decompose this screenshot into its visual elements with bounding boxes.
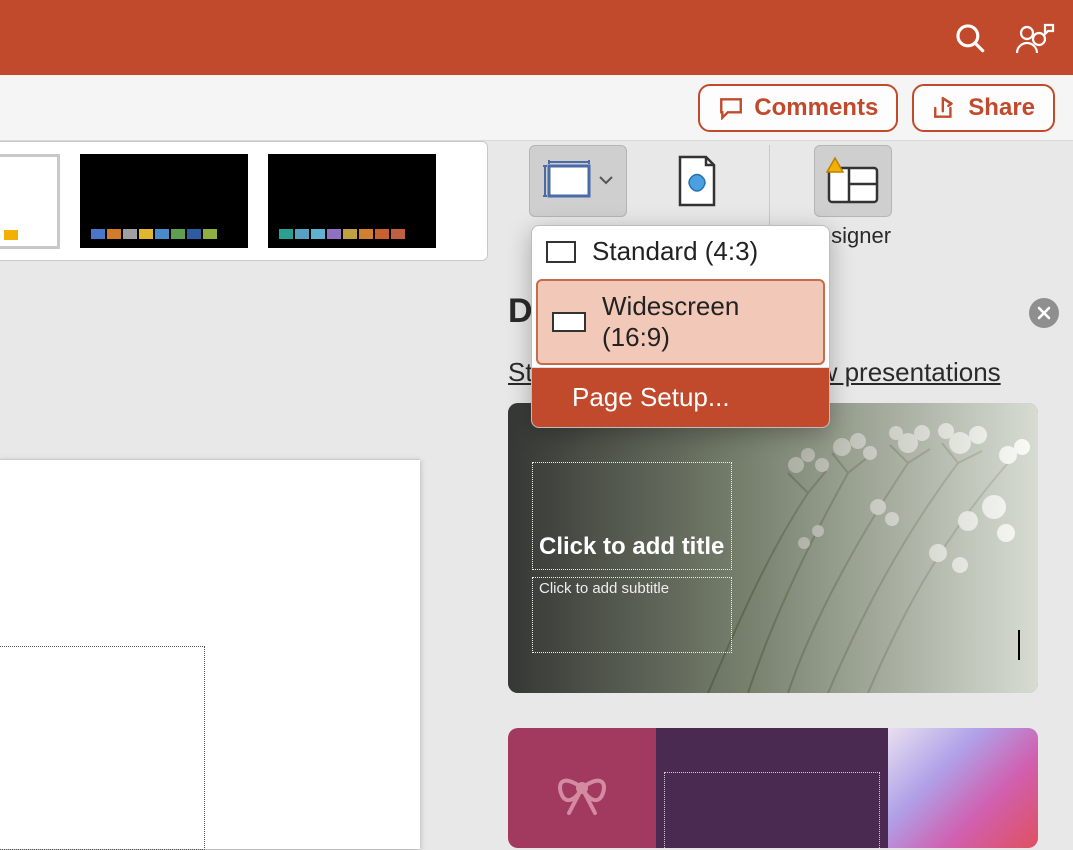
titlebar [0, 0, 1073, 75]
title-placeholder: Click to add title [532, 462, 732, 570]
aspect-4-3-icon [546, 241, 576, 263]
theme-thumb[interactable] [80, 154, 248, 248]
search-icon[interactable] [953, 21, 987, 55]
bow-icon [547, 753, 617, 823]
close-button[interactable] [1029, 298, 1059, 328]
chevron-down-icon [599, 172, 613, 190]
menu-item-label: Page Setup... [572, 382, 730, 412]
theme-thumb[interactable] [0, 154, 60, 249]
share-button[interactable]: Share [912, 84, 1055, 132]
theme-gallery[interactable] [0, 141, 488, 261]
collab-icon[interactable] [1015, 19, 1055, 57]
comments-label: Comments [754, 94, 878, 122]
title-text: Click to add title [539, 533, 724, 561]
text-cursor [1018, 630, 1020, 660]
menu-item-label: Widescreen (16:9) [602, 291, 809, 353]
title-placeholder [664, 772, 880, 848]
comments-button[interactable]: Comments [698, 84, 898, 132]
slide-size-menu: Standard (4:3) Widescreen (16:9) Page Se… [531, 225, 830, 428]
format-background-button[interactable] [665, 145, 725, 217]
panel-segment [656, 728, 888, 848]
theme-thumb[interactable] [268, 154, 436, 248]
aspect-16-9-icon [552, 312, 586, 332]
toolbar: Comments Share [0, 75, 1073, 141]
slide-canvas[interactable] [0, 459, 420, 849]
share-label: Share [968, 94, 1035, 122]
subtitle-text: Click to add subtitle [539, 580, 669, 597]
slide-size-button[interactable] [529, 145, 627, 217]
design-suggestion[interactable] [508, 728, 1038, 848]
menu-item-page-setup[interactable]: Page Setup... [532, 368, 829, 427]
menu-item-label: Standard (4:3) [592, 236, 758, 267]
menu-item-widescreen[interactable]: Widescreen (16:9) [536, 279, 825, 365]
designer-button[interactable] [814, 145, 892, 217]
panel-segment [508, 728, 656, 848]
panel-segment [888, 728, 1038, 848]
subtitle-placeholder: Click to add subtitle [532, 577, 732, 653]
editor-area [0, 284, 487, 848]
menu-item-standard[interactable]: Standard (4:3) [532, 226, 829, 277]
design-suggestion[interactable]: Click to add title Click to add subtitle [508, 403, 1038, 693]
text-placeholder[interactable] [0, 646, 205, 850]
